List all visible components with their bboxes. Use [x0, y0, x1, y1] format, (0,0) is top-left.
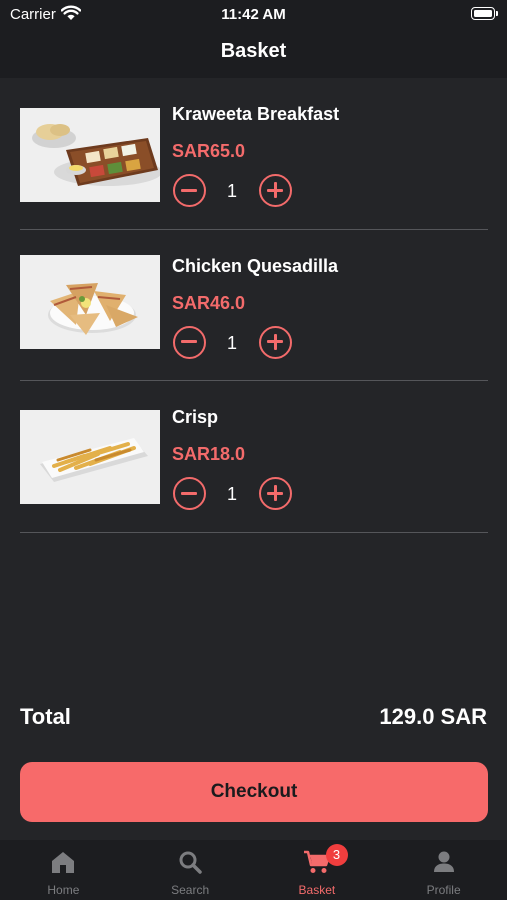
status-bar: Carrier 11:42 AM	[0, 0, 507, 28]
fries-plate-image	[20, 410, 160, 504]
nav-bar: Basket	[0, 28, 507, 78]
quesadilla-plate-image	[20, 254, 160, 349]
item-name: Chicken Quesadilla	[172, 255, 339, 276]
quantity-value: 1	[226, 484, 237, 504]
page-title: Basket	[220, 40, 287, 62]
tab-profile[interactable]: Profile	[380, 840, 507, 900]
total-label: Total	[20, 704, 71, 729]
tab-label: Search	[171, 883, 210, 897]
basket-item: Kraweeta Breakfast SAR65.0 1	[20, 78, 488, 230]
checkout-button[interactable]: Checkout	[20, 762, 488, 822]
item-name: Crisp	[172, 407, 219, 427]
basket-item: Crisp SAR18.0 1	[20, 381, 488, 533]
basket-item: Chicken Quesadilla SAR46.0 1	[20, 230, 488, 381]
person-icon	[433, 851, 454, 872]
tab-label: Basket	[298, 883, 336, 897]
quantity-value: 1	[226, 181, 237, 201]
total-value: 129.0 SAR	[379, 704, 487, 729]
status-time: 11:42 AM	[221, 6, 286, 23]
item-price: SAR18.0	[172, 444, 246, 464]
battery-icon	[471, 7, 498, 20]
increase-quantity-button[interactable]	[259, 325, 292, 359]
basket-list: Kraweeta Breakfast SAR65.0 1 Chicken Que…	[20, 78, 488, 533]
item-name: Kraweeta Breakfast	[172, 104, 340, 124]
tab-label: Home	[47, 883, 80, 897]
tab-label: Profile	[426, 883, 461, 897]
tab-bar: Home Search 3 Basket Profile	[0, 840, 507, 900]
quantity-value: 1	[226, 332, 237, 353]
decrease-quantity-button[interactable]	[173, 325, 206, 359]
tab-basket[interactable]: 3 Basket	[254, 840, 381, 900]
cart-count-badge: 3	[325, 844, 348, 866]
decrease-quantity-button[interactable]	[173, 174, 206, 207]
item-price: SAR46.0	[172, 292, 246, 313]
item-price: SAR65.0	[172, 141, 246, 161]
tab-home[interactable]: Home	[0, 840, 127, 900]
increase-quantity-button[interactable]	[259, 477, 292, 510]
home-icon	[52, 852, 75, 873]
increase-quantity-button[interactable]	[259, 174, 292, 207]
tab-search[interactable]: Search	[127, 840, 254, 900]
decrease-quantity-button[interactable]	[173, 477, 206, 510]
breakfast-platter-image	[20, 108, 160, 202]
search-icon	[179, 851, 202, 874]
